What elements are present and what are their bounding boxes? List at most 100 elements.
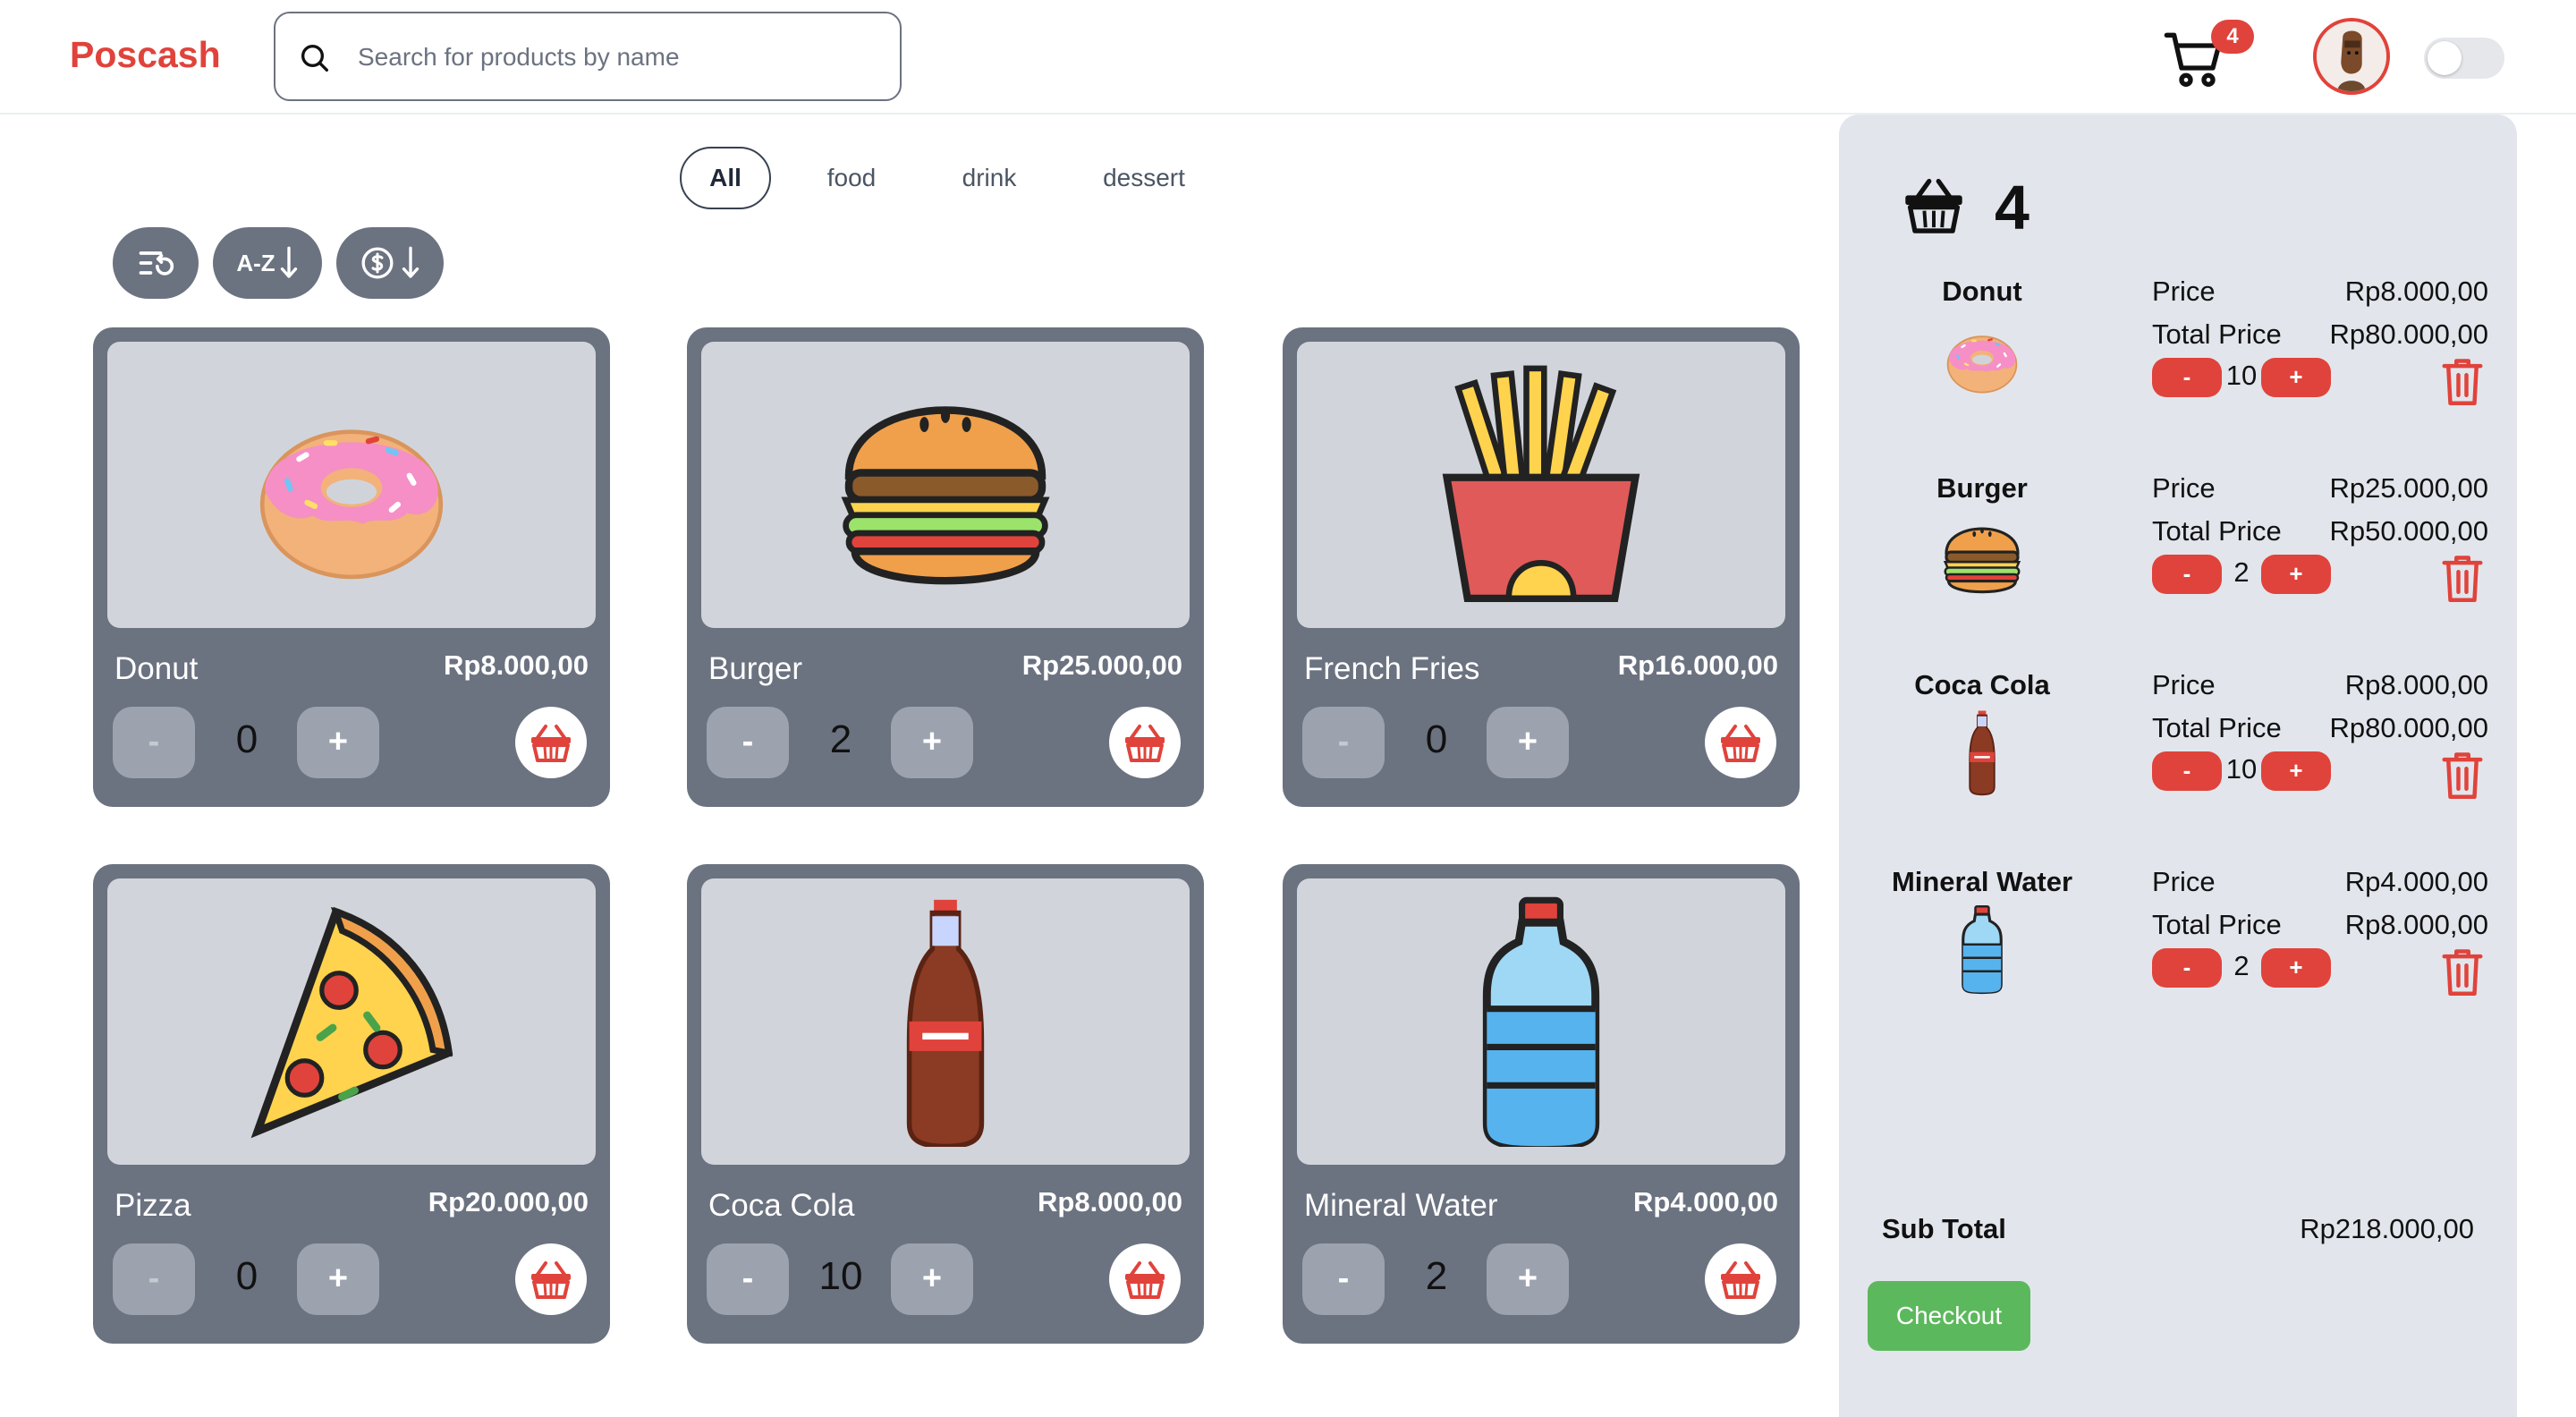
price-label: Price <box>2152 669 2216 700</box>
cart-item-image <box>1937 708 2027 798</box>
toggle-knob <box>2428 41 2462 75</box>
cart-item-total: Rp80.000,00 <box>2329 712 2488 743</box>
cart-increase-button[interactable]: + <box>2261 358 2331 397</box>
cart-item-price: Rp8.000,00 <box>2344 276 2488 307</box>
price-label: Price <box>2152 472 2216 504</box>
product-image <box>1297 878 1785 1165</box>
cart-count-badge: 4 <box>2211 20 2254 54</box>
product-card-mineral-water[interactable]: Mineral Water Rp4.000,00 - 2 + <box>1283 864 1800 1344</box>
cart-increase-button[interactable]: + <box>2261 751 2331 791</box>
trash-icon[interactable] <box>2438 551 2487 605</box>
add-to-cart-button[interactable] <box>1109 707 1181 778</box>
checkout-button[interactable]: Checkout <box>1868 1281 2030 1351</box>
product-image <box>107 878 596 1165</box>
total-price-label: Total Price <box>2152 515 2282 547</box>
tab-food[interactable]: food <box>810 147 893 209</box>
burger-icon <box>820 364 1071 606</box>
product-name: Pizza <box>114 1188 191 1223</box>
product-card-donut[interactable]: Donut Rp8.000,00 - 0 + <box>93 327 610 807</box>
arrow-down-icon <box>280 246 297 278</box>
search-box[interactable] <box>274 12 902 101</box>
user-avatar[interactable] <box>2313 18 2390 95</box>
decrease-qty-button[interactable]: - <box>707 1243 789 1315</box>
add-to-cart-button[interactable] <box>1705 707 1776 778</box>
decrease-qty-button[interactable]: - <box>113 707 195 778</box>
product-card-burger[interactable]: Burger Rp25.000,00 - 2 + <box>687 327 1204 807</box>
cart-item-name: Burger <box>1936 472 2028 504</box>
cart-decrease-button[interactable]: - <box>2152 358 2222 397</box>
increase-qty-button[interactable]: + <box>297 1243 379 1315</box>
product-image <box>701 342 1190 628</box>
quantity-value: 0 <box>235 717 258 761</box>
cart-decrease-button[interactable]: - <box>2152 948 2222 988</box>
product-image <box>107 342 596 628</box>
quantity-value: 0 <box>1425 717 1448 761</box>
cart-item-total: Rp80.000,00 <box>2329 318 2488 350</box>
tab-all[interactable]: All <box>680 147 771 209</box>
burger-icon <box>1944 526 2021 594</box>
reset-sort-button[interactable] <box>113 227 199 299</box>
cart-decrease-button[interactable]: - <box>2152 555 2222 594</box>
trash-icon[interactable] <box>2438 945 2487 998</box>
trash-icon[interactable] <box>2438 748 2487 802</box>
add-to-cart-button[interactable] <box>1109 1243 1181 1315</box>
cart-increase-button[interactable]: + <box>2261 555 2331 594</box>
product-name: Coca Cola <box>708 1188 855 1223</box>
increase-qty-button[interactable]: + <box>891 1243 973 1315</box>
quantity-value: 10 <box>818 1254 863 1298</box>
cart-item-name: Mineral Water <box>1891 866 2073 897</box>
cart-item-count: 4 <box>1995 173 2029 242</box>
cart-decrease-button[interactable]: - <box>2152 751 2222 791</box>
water-bottle-icon <box>1962 905 2003 995</box>
water-bottle-icon <box>1416 896 1666 1147</box>
search-icon <box>301 45 328 72</box>
product-price: Rp16.000,00 <box>1617 649 1778 681</box>
add-to-cart-button[interactable] <box>515 1243 587 1315</box>
tab-drink[interactable]: drink <box>945 147 1034 209</box>
brand-logo[interactable]: Poscash <box>70 34 221 76</box>
cart-item-name: Donut <box>1942 276 2022 307</box>
decrease-qty-button[interactable]: - <box>113 1243 195 1315</box>
product-name: French Fries <box>1304 651 1480 686</box>
product-card-coca-cola[interactable]: Coca Cola Rp8.000,00 - 10 + <box>687 864 1204 1344</box>
cart-panel: 4 Donut Price Rp8.000,00 Total Price Rp8… <box>1839 115 2517 1417</box>
increase-qty-button[interactable]: + <box>297 707 379 778</box>
decrease-qty-button[interactable]: - <box>1302 1243 1385 1315</box>
avatar-figure-icon <box>2317 21 2386 91</box>
basket-icon <box>1123 725 1166 762</box>
basket-icon <box>530 1261 572 1299</box>
cart-item-total: Rp50.000,00 <box>2329 515 2488 547</box>
cart-basket-icon <box>1905 178 1962 233</box>
sort-alpha-button[interactable]: A-Z <box>213 227 322 299</box>
search-input[interactable] <box>358 31 877 83</box>
cart-item: Mineral Water Price Rp4.000,00 Total Pri… <box>1839 866 2517 1045</box>
sort-price-button[interactable] <box>336 227 444 299</box>
product-price: Rp20.000,00 <box>428 1186 589 1218</box>
quantity-value: 2 <box>829 717 852 761</box>
decrease-qty-button[interactable]: - <box>707 707 789 778</box>
theme-toggle[interactable] <box>2424 38 2504 79</box>
trash-icon[interactable] <box>2438 354 2487 408</box>
price-label: Price <box>2152 866 2216 897</box>
product-name: Donut <box>114 651 199 686</box>
cart-increase-button[interactable]: + <box>2261 948 2331 988</box>
add-to-cart-button[interactable] <box>1705 1243 1776 1315</box>
cart-item-qty: 2 <box>2233 950 2250 981</box>
add-to-cart-button[interactable] <box>515 707 587 778</box>
increase-qty-button[interactable]: + <box>1487 707 1569 778</box>
tab-dessert[interactable]: dessert <box>1086 147 1202 209</box>
product-card-french-fries[interactable]: French Fries Rp16.000,00 - 0 + <box>1283 327 1800 807</box>
fries-icon <box>1416 360 1666 610</box>
sort-alpha-label: A-Z <box>236 249 275 276</box>
increase-qty-button[interactable]: + <box>1487 1243 1569 1315</box>
sort-reset-icon <box>139 251 174 276</box>
decrease-qty-button[interactable]: - <box>1302 707 1385 778</box>
total-price-label: Total Price <box>2152 318 2282 350</box>
increase-qty-button[interactable]: + <box>891 707 973 778</box>
basket-icon <box>1719 1261 1762 1299</box>
quantity-value: 2 <box>1425 1254 1448 1298</box>
cart-item: Coca Cola Price Rp8.000,00 Total Price R… <box>1839 669 2517 848</box>
cola-icon <box>1969 709 1996 796</box>
product-card-pizza[interactable]: Pizza Rp20.000,00 - 0 + <box>93 864 610 1344</box>
product-price: Rp8.000,00 <box>444 649 589 681</box>
